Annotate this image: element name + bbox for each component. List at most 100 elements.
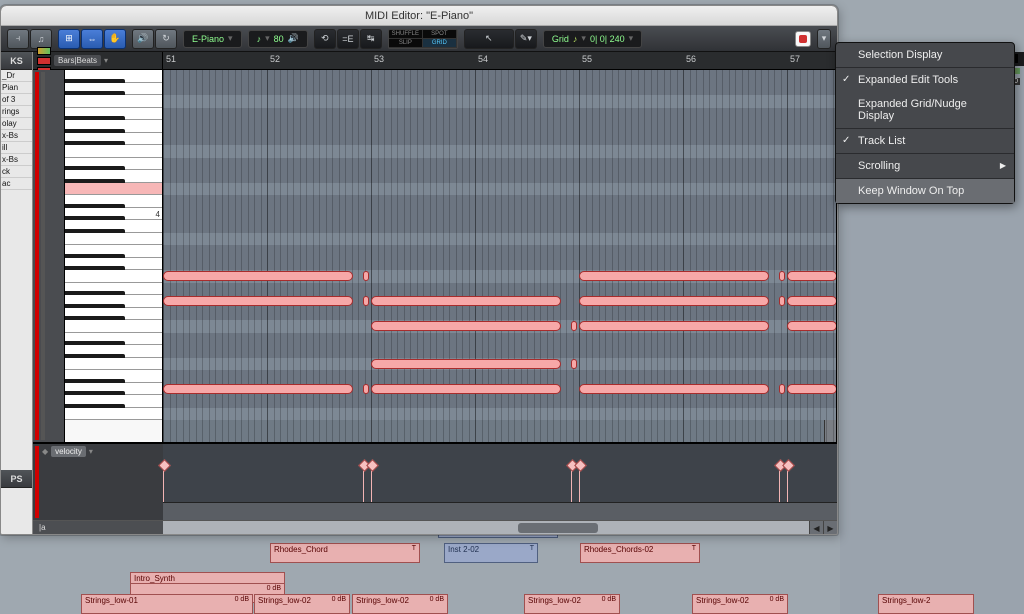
midi-note[interactable] [363, 271, 369, 281]
scroll-right-button[interactable]: ▶ [823, 521, 837, 535]
target-button[interactable] [795, 31, 811, 47]
check-icon: ✓ [842, 74, 850, 85]
midi-note[interactable] [579, 296, 769, 306]
ruler-label[interactable]: Bars|Beats [54, 55, 101, 66]
ruler[interactable]: Bars|Beats ▾ 51525354555657 [33, 52, 837, 70]
ruler-bar-number: 55 [582, 54, 592, 64]
midi-note[interactable] [579, 384, 769, 394]
velocity-stalk[interactable] [787, 466, 788, 502]
track-list-item[interactable]: ac [1, 178, 32, 190]
midi-note[interactable] [779, 384, 785, 394]
arrange-clip[interactable]: Inst 2-02T [444, 543, 538, 563]
midi-note[interactable] [787, 384, 837, 394]
track-list-item[interactable]: rings [1, 106, 32, 118]
midi-note[interactable] [779, 296, 785, 306]
menu-item[interactable]: Expanded Grid/Nudge Display [836, 92, 1014, 128]
arrange-clip[interactable]: Strings_low-010 dB [81, 594, 253, 614]
velocity-stalk[interactable] [571, 466, 572, 502]
edit-mode-selector[interactable]: SHUFFLE SPOT SLIP GRID [388, 29, 458, 49]
velocity-lane: ◆ velocity ▾ [33, 442, 837, 520]
piano-roll-area: Bars|Beats ▾ 51525354555657 4 ◆ [33, 52, 837, 534]
velocity-stalk[interactable] [163, 466, 164, 502]
view-menu-button[interactable]: ▾ [817, 29, 831, 49]
arrange-clip[interactable]: Strings_low-2 [878, 594, 974, 614]
pencil-tool-button[interactable]: ✎▾ [515, 29, 537, 49]
note-gutter [33, 70, 65, 442]
track-list-item[interactable]: _Dr [1, 70, 32, 82]
track-list-item[interactable]: olay [1, 118, 32, 130]
midi-note[interactable] [163, 384, 353, 394]
ruler-bar-number: 51 [166, 54, 176, 64]
notes-view-button[interactable]: ♫ [30, 29, 52, 49]
loop-button[interactable]: ↻ [155, 29, 177, 49]
link-button[interactable]: ⟲ [314, 29, 336, 49]
arrange-clip[interactable]: Strings_low-020 dB [692, 594, 788, 614]
cursor-tool-display[interactable]: ↖ [464, 29, 514, 49]
groups-header: PS [1, 470, 32, 488]
midi-note[interactable] [363, 296, 369, 306]
track-list-item[interactable]: ill [1, 142, 32, 154]
track-list-header: KS [1, 52, 32, 70]
midi-note[interactable] [787, 321, 837, 331]
trim-tool-button[interactable]: ⇔ [81, 29, 103, 49]
zoom-toggle-button[interactable]: ⫞ [7, 29, 29, 49]
velocity-stalk[interactable] [779, 466, 780, 502]
ruler-bar-number: 52 [270, 54, 280, 64]
midi-note[interactable] [779, 271, 785, 281]
menu-item[interactable]: Selection Display [836, 43, 1014, 67]
window-title: MIDI Editor: "E-Piano" [365, 10, 473, 22]
track-list-item[interactable]: x-Bs [1, 130, 32, 142]
arrange-clip[interactable]: Rhodes_Chords-02T [580, 543, 700, 563]
midi-note[interactable] [363, 384, 369, 394]
menu-item[interactable]: ✓Track List [836, 128, 1014, 153]
arrange-clip[interactable]: Rhodes_ChordT [270, 543, 420, 563]
midi-note[interactable] [571, 359, 577, 369]
midi-note[interactable] [579, 271, 769, 281]
velocity-graph[interactable] [163, 444, 837, 520]
arrange-clip[interactable]: Strings_low-020 dB [524, 594, 620, 614]
midi-note[interactable] [163, 271, 353, 281]
velocity-selector[interactable]: velocity [51, 446, 86, 457]
track-list-item[interactable]: x-Bs [1, 154, 32, 166]
scroll-left-button[interactable]: ◀ [809, 521, 823, 535]
ruler-bar-number: 53 [374, 54, 384, 64]
midi-note[interactable] [163, 296, 353, 306]
ruler-bar-number: 56 [686, 54, 696, 64]
midi-note[interactable] [371, 321, 561, 331]
midi-note[interactable] [579, 321, 769, 331]
hand-tool-button[interactable]: ✋ [104, 29, 126, 49]
note-grid[interactable] [163, 70, 837, 442]
track-list-item[interactable]: ck [1, 166, 32, 178]
menu-item[interactable]: ✓Expanded Edit Tools [836, 67, 1014, 92]
midi-editor-window: MIDI Editor: "E-Piano" ⫞ ♫ ⊞ ⇔ ✋ 🔊 ↻ E-P… [0, 5, 838, 535]
tab-button[interactable]: ↹ [360, 29, 382, 49]
track-list-panel: KS _DrPianof 3ringsolayx-Bsillx-Bsckac P… [1, 52, 33, 534]
midi-note[interactable] [571, 321, 577, 331]
track-list-item[interactable]: of 3 [1, 94, 32, 106]
zoom-tool-button[interactable]: ⊞ [58, 29, 80, 49]
velocity-stalk[interactable] [579, 466, 580, 502]
arrange-clip[interactable]: Strings_low-020 dB [352, 594, 448, 614]
ruler-bar-number: 54 [478, 54, 488, 64]
horizontal-scrollbar[interactable]: |a ◀ ▶ [33, 520, 837, 534]
tempo-display[interactable]: ♪ ▾ 80 🔊 [248, 30, 308, 48]
track-selector[interactable]: E-Piano▾ [183, 30, 242, 48]
velocity-stalk[interactable] [371, 466, 372, 502]
play-button[interactable]: 🔊 [132, 29, 154, 49]
ruler-bar-number: 57 [790, 54, 800, 64]
midi-note[interactable] [371, 384, 561, 394]
velocity-stalk[interactable] [363, 466, 364, 502]
midi-note[interactable] [371, 359, 561, 369]
grid-display[interactable]: Grid ♪▾ 0| 0| 240▾ [543, 30, 642, 48]
piano-keyboard[interactable]: 4 [65, 70, 163, 442]
midi-note[interactable] [371, 296, 561, 306]
menu-item[interactable]: Keep Window On Top [836, 178, 1014, 203]
midi-note[interactable] [787, 271, 837, 281]
menu-item[interactable]: Scrolling▶ [836, 153, 1014, 178]
arrange-clip[interactable]: Strings_low-020 dB [254, 594, 350, 614]
mirror-button[interactable]: =E [337, 29, 359, 49]
track-list-item[interactable]: Pian [1, 82, 32, 94]
midi-note[interactable] [787, 296, 837, 306]
window-titlebar[interactable]: MIDI Editor: "E-Piano" [1, 6, 837, 26]
check-icon: ✓ [842, 135, 850, 146]
